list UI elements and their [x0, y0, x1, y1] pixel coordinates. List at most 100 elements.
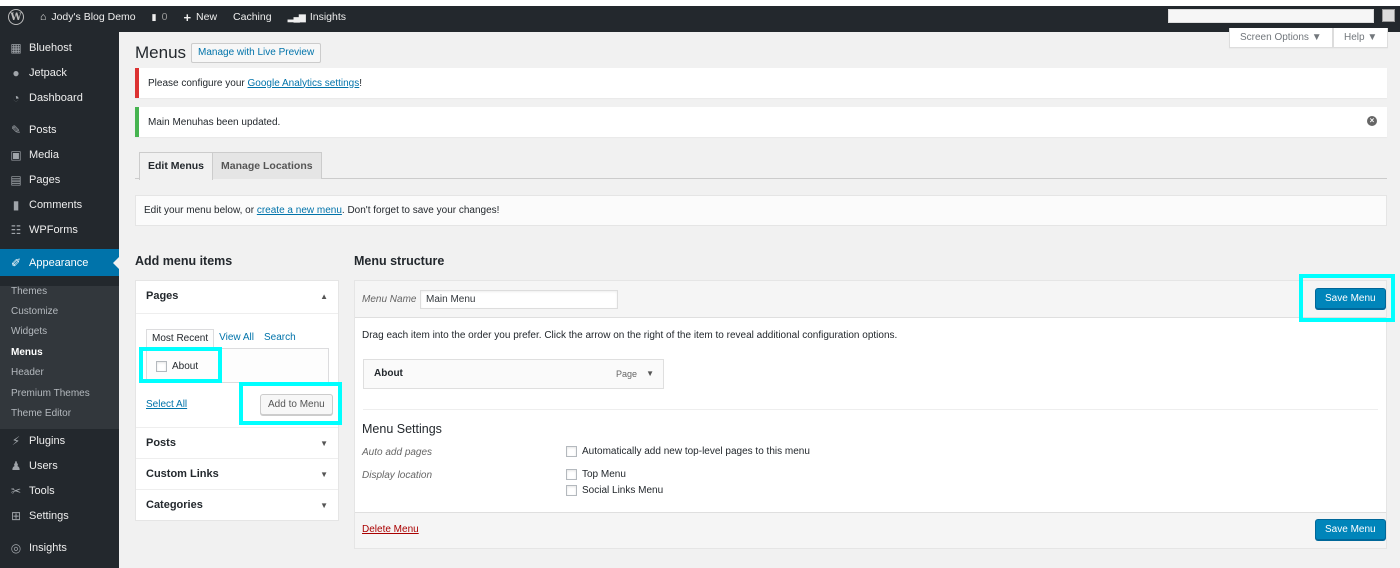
sidebar-item-label: Pages [29, 174, 61, 186]
tab-edit-menus[interactable]: Edit Menus [139, 152, 214, 180]
tab-view-all[interactable]: View All [214, 329, 259, 348]
pin-icon: ✎ [10, 123, 22, 137]
sidebar-item-label: Dashboard [29, 92, 83, 104]
sidebar-item-appearance[interactable]: ✐ Appearance [0, 249, 119, 276]
accordion-posts-title[interactable]: Posts ▼ [136, 427, 338, 458]
live-preview-button[interactable]: Manage with Live Preview [191, 43, 322, 63]
insights-icon: ◎ [10, 541, 22, 555]
submenu-item-premium-themes[interactable]: Premium Themes [11, 388, 90, 399]
plug-icon: ⚡ [11, 434, 21, 448]
location-top-row[interactable]: Top Menu [566, 469, 626, 480]
admin-bar-search-input[interactable] [1168, 9, 1374, 23]
tab-search[interactable]: Search [259, 329, 301, 348]
sidebar-item-dashboard[interactable]: ◔ Dashboard [0, 86, 119, 110]
menu-name-input[interactable]: Main Menu [420, 290, 618, 309]
accordion-posts-label: Posts [146, 437, 176, 449]
caret-down-icon: ▼ [320, 439, 328, 448]
sidebar-item-bluehost[interactable]: ▦ Bluehost [0, 36, 119, 60]
highlight-add-to-menu [239, 382, 342, 425]
menu-footer: Delete Menu Save Menu [355, 512, 1386, 548]
location-social-row[interactable]: Social Links Menu [566, 485, 663, 496]
tab-most-recent[interactable]: Most Recent [146, 329, 215, 348]
auto-add-row[interactable]: Automatically add new top-level pages to… [566, 446, 810, 457]
menu-header: Menu Name Main Menu Save Menu [355, 281, 1386, 318]
menu-item-title: About [374, 368, 403, 379]
sidebar-item-pages[interactable]: ▤ Pages [0, 168, 119, 192]
highlight-about-checkbox [139, 347, 222, 383]
add-menu-items-heading: Add menu items [135, 254, 233, 268]
submenu-item-header[interactable]: Header [11, 367, 44, 378]
submenu-item-themes[interactable]: Themes [11, 286, 47, 297]
dismiss-icon[interactable]: × [1367, 116, 1377, 126]
sidebar-item-plugins[interactable]: ⚡ Plugins [0, 429, 119, 453]
delete-menu-link[interactable]: Delete Menu [362, 524, 419, 535]
sidebar-item-jetpack[interactable]: ● Jetpack [0, 61, 119, 85]
insights-label: Insights [309, 11, 346, 23]
social-links-label: Social Links Menu [582, 485, 664, 496]
sidebar-item-users[interactable]: ♟ Users [0, 454, 119, 478]
admin-sidebar: ▦ Bluehost ● Jetpack ◔ Dashboard ✎ Posts… [0, 32, 119, 568]
sidebar-item-label: Users [29, 460, 58, 472]
manage-suffix: . Don't forget to save your changes! [341, 205, 500, 216]
admin-bar: W ⌂ Jody's Blog Demo ▮ 0 + New Caching ▂… [0, 0, 1400, 32]
wp-logo-menu[interactable]: W [0, 6, 32, 28]
comment-icon: ▮ [12, 198, 20, 212]
wrench-icon: ✂ [10, 484, 22, 498]
new-content-menu[interactable]: + New [175, 6, 225, 28]
updated-notice-text: has been updated. [197, 116, 281, 128]
accordion-pages-label: Pages [146, 290, 179, 302]
manage-prefix: Edit your menu below, or [144, 205, 257, 216]
user-icon: ♟ [10, 459, 22, 473]
comments-count: 0 [161, 11, 168, 23]
accordion-custom-links-label: Custom Links [146, 468, 219, 480]
pages-icon: ▤ [10, 173, 22, 187]
settings-divider [363, 409, 1378, 410]
sidebar-item-wpforms[interactable]: ☷ WPForms [0, 218, 119, 242]
sidebar-item-insights[interactable]: ◎ Insights [0, 536, 119, 560]
sidebar-item-label: Insights [29, 542, 67, 554]
sidebar-item-media[interactable]: ▣ Media [0, 143, 119, 167]
expand-arrow-icon[interactable]: ▼ [646, 360, 654, 388]
auto-add-checkbox[interactable] [566, 446, 577, 457]
accordion-categories-label: Categories [146, 499, 203, 511]
settings-icon: ⊞ [10, 509, 22, 523]
accordion-pages-title[interactable]: Pages ▲ [136, 281, 338, 313]
plus-icon: + [183, 9, 192, 25]
submenu-item-menus[interactable]: Menus [11, 347, 43, 358]
site-name: Jody's Blog Demo [51, 11, 136, 23]
save-menu-button-bottom[interactable]: Save Menu [1315, 519, 1386, 540]
menu-item-about[interactable]: About Page ▼ [363, 359, 664, 389]
accordion-custom-links-title[interactable]: Custom Links ▼ [136, 458, 338, 489]
sidebar-item-comments[interactable]: ▮ Comments [0, 193, 119, 217]
help-button[interactable]: Help ▼ [1333, 28, 1389, 48]
sidebar-item-settings[interactable]: ⊞ Settings [0, 504, 119, 528]
screen-options-button[interactable]: Screen Options ▼ [1229, 28, 1333, 48]
submenu-item-customize[interactable]: Customize [11, 306, 58, 317]
submenu-item-theme-editor[interactable]: Theme Editor [11, 408, 71, 419]
create-new-menu-link[interactable]: create a new menu [257, 205, 342, 216]
tab-manage-locations[interactable]: Manage Locations [212, 152, 322, 179]
sidebar-item-posts[interactable]: ✎ Posts [0, 118, 119, 142]
dashboard-icon: ◔ [12, 91, 20, 105]
avatar[interactable] [1382, 9, 1395, 22]
analytics-settings-link[interactable]: Google Analytics settings [248, 78, 360, 89]
site-name-menu[interactable]: ⌂ Jody's Blog Demo [32, 6, 144, 28]
top-menu-checkbox[interactable] [566, 469, 577, 480]
comments-menu[interactable]: ▮ 0 [144, 6, 176, 28]
nav-tab-wrapper [135, 178, 1387, 179]
updated-menu-name: Main Menu [148, 116, 198, 128]
accordion-categories-title[interactable]: Categories ▼ [136, 489, 338, 520]
menu-item-type: Page [615, 369, 637, 379]
caching-menu[interactable]: Caching [225, 6, 280, 28]
sidebar-item-tools[interactable]: ✂ Tools [0, 479, 119, 503]
select-all-link[interactable]: Select All [146, 399, 187, 410]
comment-bubble-icon: ▮ [151, 11, 157, 22]
menu-structure-heading: Menu structure [354, 254, 445, 268]
insights-menu[interactable]: ▂▄▆ Insights [280, 6, 354, 28]
grid-icon: ▦ [10, 41, 22, 55]
social-links-checkbox[interactable] [566, 485, 577, 496]
form-icon: ☷ [10, 223, 22, 237]
menu-updated-notice: Main Menu has been updated. × [135, 107, 1387, 137]
manage-menus-bar: Edit your menu below, or create a new me… [135, 195, 1387, 226]
submenu-item-widgets[interactable]: Widgets [11, 326, 47, 337]
